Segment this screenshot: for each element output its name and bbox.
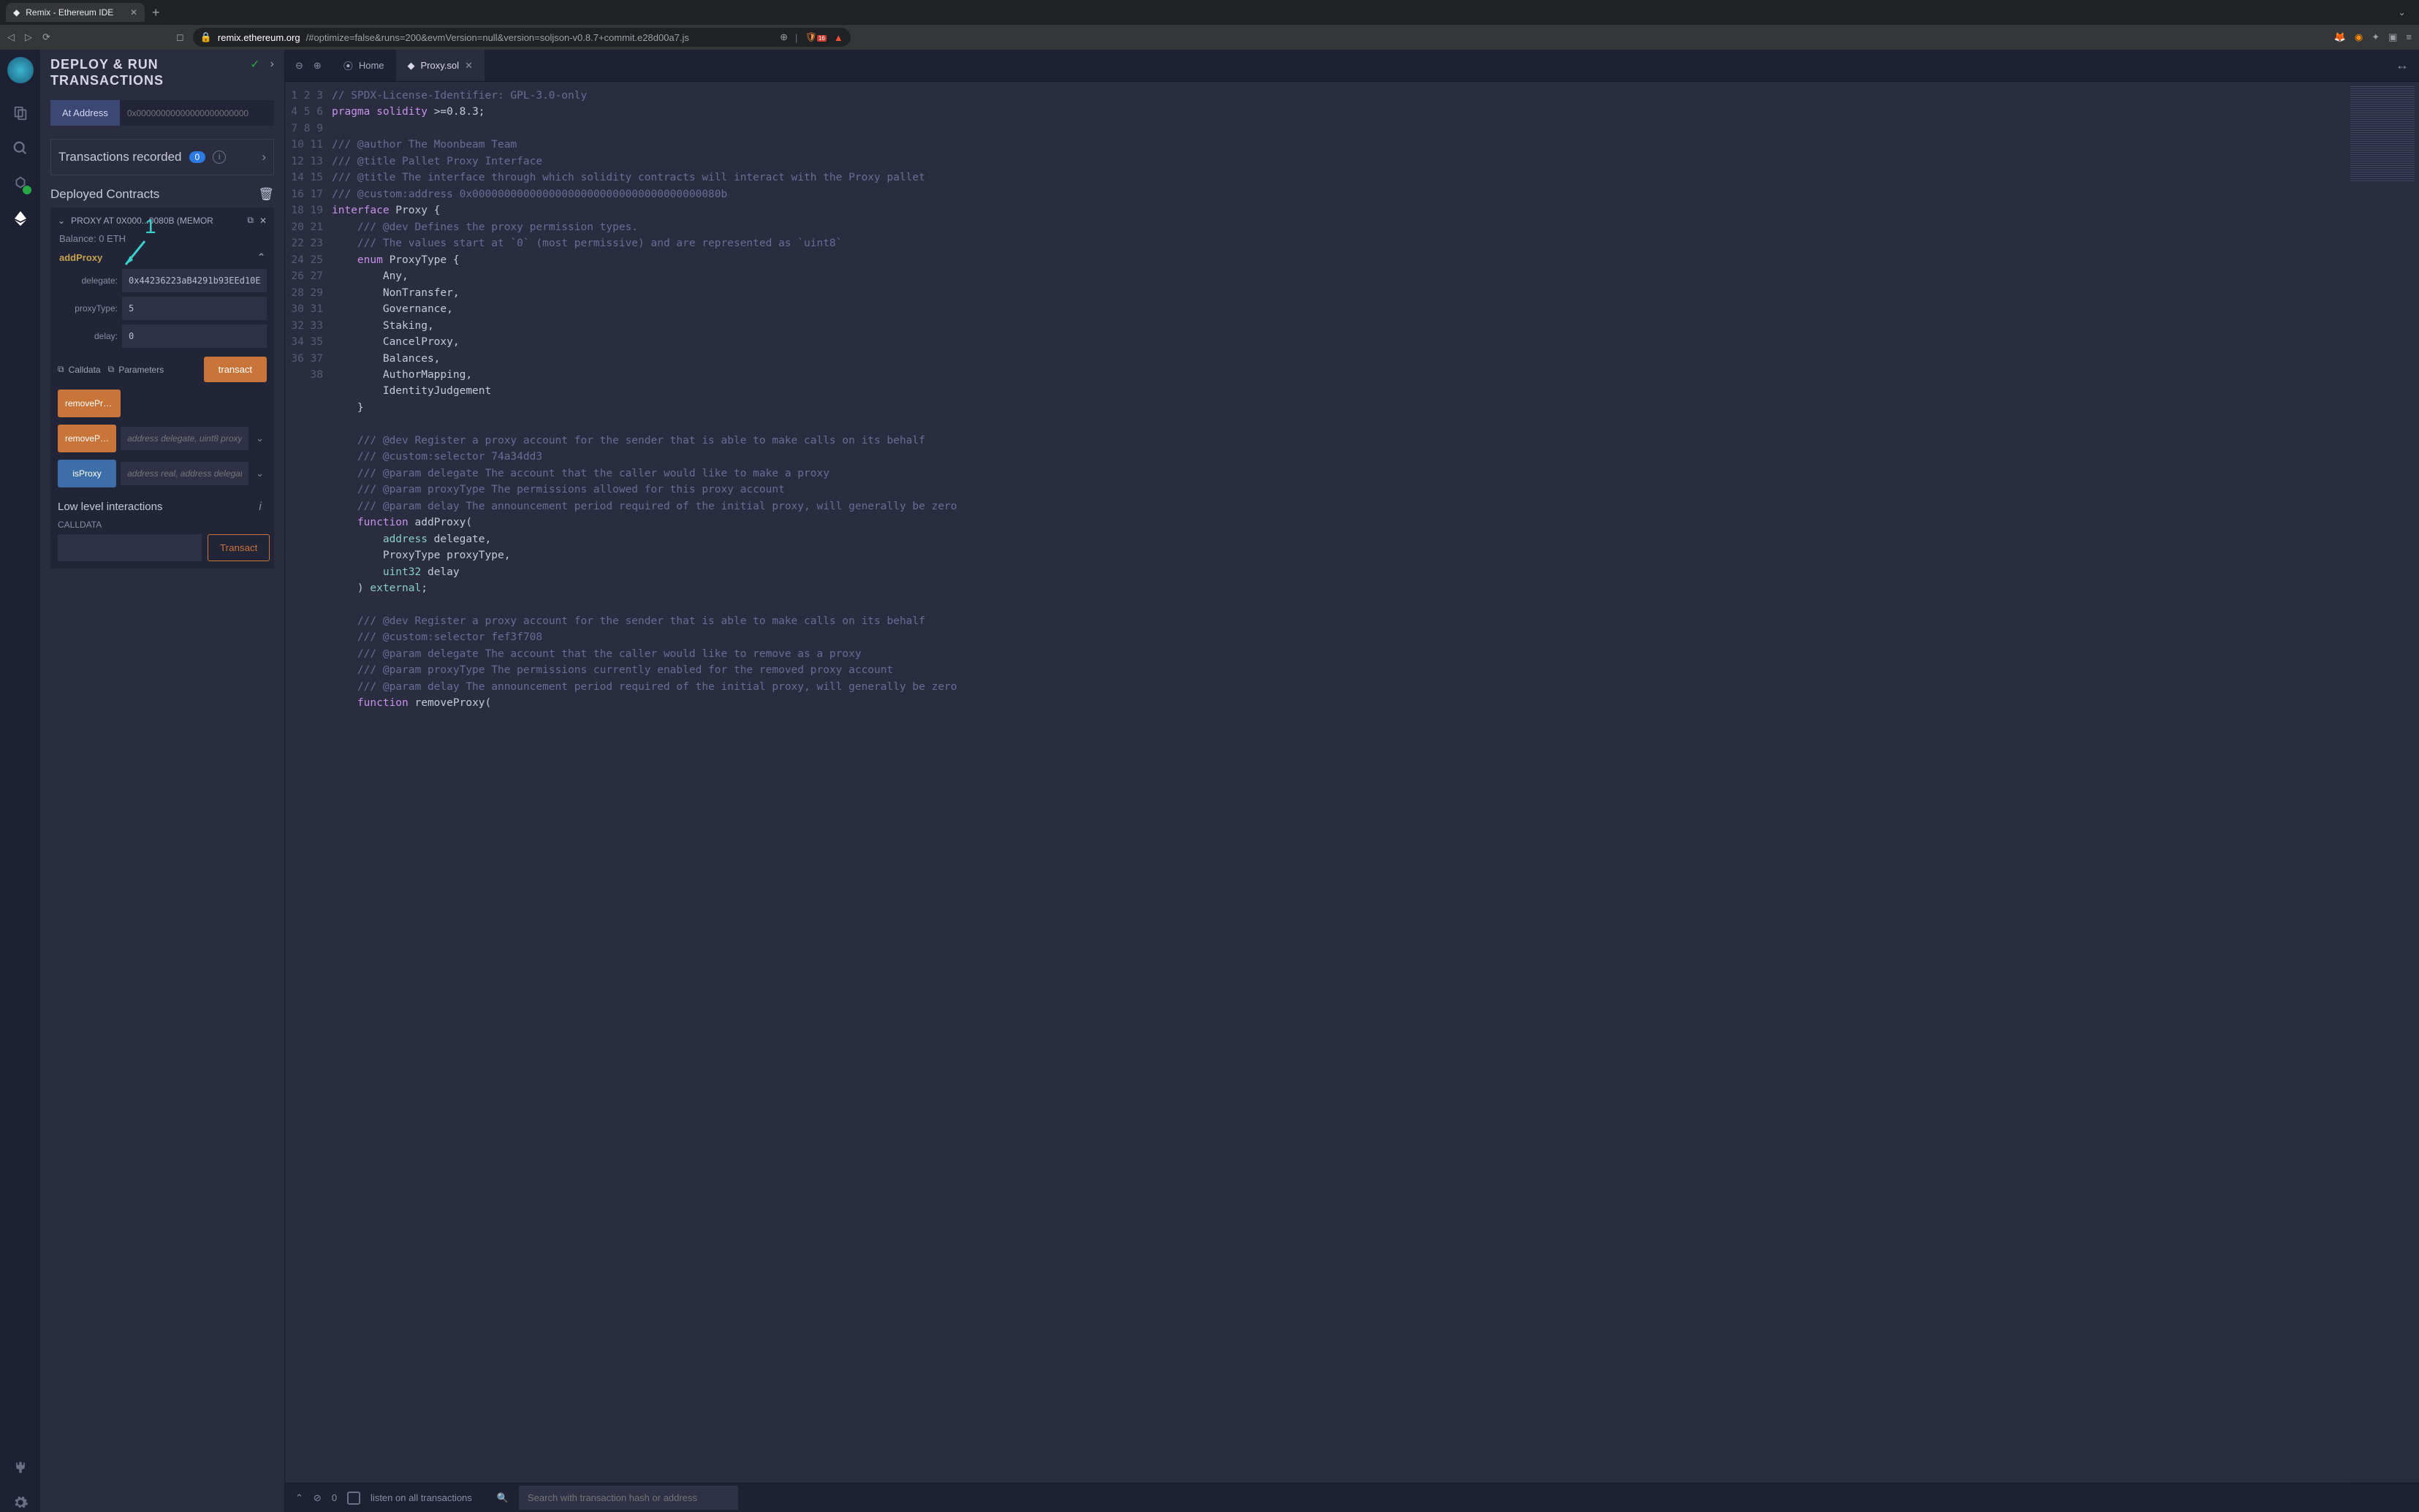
- brave-icon[interactable]: ▲: [834, 32, 843, 43]
- isproxy-input[interactable]: [121, 462, 248, 485]
- transact-lowlevel-button[interactable]: Transact: [208, 534, 270, 561]
- clear-icon[interactable]: ⊘: [314, 1492, 322, 1504]
- file-explorer-icon[interactable]: [11, 104, 30, 123]
- listen-checkbox[interactable]: [347, 1492, 360, 1505]
- chevron-down-icon[interactable]: ⌄: [253, 433, 267, 444]
- lock-icon: 🔒: [200, 31, 212, 43]
- new-tab-button[interactable]: +: [145, 5, 167, 20]
- isproxy-button[interactable]: isProxy: [58, 460, 116, 487]
- polkadot-icon[interactable]: ◉: [2355, 31, 2363, 43]
- forward-icon[interactable]: ▷: [25, 31, 32, 43]
- editor-area: ⊖ ⊕ ⦿ Home ◆ Proxy.sol ✕ ↔ 1 2 3 4 5 6 7…: [285, 50, 2419, 1512]
- copy-icon: ⧉: [58, 364, 64, 375]
- pending-count: 0: [332, 1492, 337, 1503]
- solidity-icon: ◆: [408, 60, 415, 72]
- close-icon[interactable]: ✕: [465, 60, 473, 72]
- check-icon: ✓: [250, 57, 259, 72]
- zoom-icon[interactable]: ⊕: [780, 31, 788, 43]
- deploy-panel: 1 2 3 4 DEPLOY & RUNTRANSACTIONS ✓ › At …: [40, 50, 285, 1512]
- minimap[interactable]: [2346, 82, 2419, 1483]
- browser-toolbar: ◁ ▷ ⟳ ◻ 🔒 remix.ethereum.org /#optimize=f…: [0, 25, 2419, 50]
- balance-label: Balance: 0 ETH: [59, 233, 265, 244]
- zoom-in-icon[interactable]: ⊕: [314, 60, 322, 72]
- icon-sidebar: [0, 50, 40, 1512]
- bookmark-icon[interactable]: ◻: [176, 31, 184, 43]
- removeproxy-input[interactable]: [121, 427, 248, 450]
- at-address-button[interactable]: At Address: [50, 100, 120, 126]
- search-icon[interactable]: 🔍: [497, 1492, 509, 1504]
- zoom-out-icon[interactable]: ⊖: [295, 60, 303, 72]
- copy-icon: ⧉: [108, 364, 115, 375]
- close-icon[interactable]: ✕: [130, 7, 137, 18]
- tab-home[interactable]: ⦿ Home: [332, 50, 396, 81]
- close-icon[interactable]: ✕: [259, 216, 267, 226]
- deploy-icon[interactable]: [11, 209, 30, 228]
- tx-count: 0: [189, 151, 206, 163]
- trash-icon[interactable]: 🗑: [258, 187, 274, 202]
- copy-icon[interactable]: ⧉: [247, 215, 254, 226]
- delay-input[interactable]: [122, 324, 267, 348]
- terminal-search-input[interactable]: [519, 1486, 738, 1510]
- delegate-label: delegate:: [58, 276, 118, 286]
- low-level-label: Low level interactions: [58, 501, 162, 514]
- listen-label: listen on all transactions: [371, 1492, 472, 1503]
- delegate-input[interactable]: [122, 269, 267, 292]
- tab-favicon: ◆: [13, 7, 20, 18]
- browser-tabs: ◆ Remix - Ethereum IDE ✕ + ⌄: [0, 0, 2419, 25]
- address-input[interactable]: [120, 100, 274, 126]
- deployed-contracts-label: Deployed Contracts: [50, 187, 159, 202]
- browser-tab[interactable]: ◆ Remix - Ethereum IDE ✕: [6, 3, 145, 22]
- url-host: remix.ethereum.org: [218, 32, 300, 43]
- chevron-right-icon[interactable]: ›: [270, 58, 274, 71]
- line-gutter: 1 2 3 4 5 6 7 8 9 10 11 12 13 14 15 16 1…: [285, 82, 332, 1483]
- deployed-contract: ⌄ PROXY AT 0X000...0080B (MEMOR ⧉ ✕ Bala…: [50, 208, 274, 569]
- removeproxies-button[interactable]: removePro...: [58, 390, 121, 417]
- info-icon[interactable]: i: [213, 151, 226, 164]
- extensions-icon[interactable]: ✦: [2371, 31, 2380, 43]
- calldata-link[interactable]: ⧉Calldata: [58, 364, 101, 375]
- contract-name: PROXY AT 0X000...0080B (MEMOR: [71, 216, 241, 226]
- chevron-down-icon[interactable]: ⌄: [58, 216, 65, 226]
- calldata-label: CALLDATA: [58, 520, 267, 530]
- scroll-top-icon[interactable]: ⌃: [295, 1492, 303, 1504]
- metamask-icon[interactable]: 🦊: [2334, 31, 2346, 43]
- collapse-icon[interactable]: ⌃: [257, 251, 265, 263]
- proxytype-input[interactable]: [122, 297, 267, 320]
- expand-icon[interactable]: ↔: [2385, 58, 2419, 73]
- plugin-icon[interactable]: [11, 1458, 30, 1477]
- panel-title: DEPLOY & RUNTRANSACTIONS: [50, 57, 164, 88]
- reader-icon[interactable]: ▣: [2388, 31, 2397, 43]
- removeproxy-button[interactable]: removePro...: [58, 425, 116, 452]
- back-icon[interactable]: ◁: [7, 31, 15, 43]
- menu-icon[interactable]: ≡: [2406, 31, 2412, 43]
- delay-label: delay:: [58, 331, 118, 341]
- url-path: /#optimize=false&runs=200&evmVersion=nul…: [306, 32, 689, 43]
- transactions-recorded[interactable]: Transactions recorded 0 i ›: [50, 139, 274, 175]
- compiler-icon[interactable]: [11, 174, 30, 193]
- remix-logo[interactable]: [7, 57, 34, 83]
- settings-icon[interactable]: [11, 1493, 30, 1512]
- transact-button[interactable]: transact: [204, 357, 267, 382]
- proxytype-label: proxyType:: [58, 303, 118, 314]
- function-name: addProxy: [59, 252, 102, 263]
- shield-icon[interactable]: 🛡16: [805, 31, 826, 43]
- search-icon[interactable]: [11, 139, 30, 158]
- tab-title: Remix - Ethereum IDE: [26, 7, 113, 18]
- chevron-right-icon[interactable]: ›: [262, 150, 266, 164]
- tab-file[interactable]: ◆ Proxy.sol ✕: [396, 50, 485, 81]
- tabs-overflow-icon[interactable]: ⌄: [2390, 7, 2413, 18]
- info-icon[interactable]: i: [254, 501, 267, 514]
- home-icon: ⦿: [343, 58, 353, 72]
- reload-icon[interactable]: ⟳: [42, 31, 50, 43]
- tx-recorded-label: Transactions recorded: [58, 150, 182, 164]
- parameters-link[interactable]: ⧉Parameters: [108, 364, 164, 375]
- chevron-down-icon[interactable]: ⌄: [253, 468, 267, 479]
- url-bar[interactable]: 🔒 remix.ethereum.org /#optimize=false&run…: [193, 28, 851, 47]
- calldata-input[interactable]: [58, 534, 202, 561]
- terminal-bar: ⌃ ⊘ 0 listen on all transactions 🔍: [285, 1483, 2419, 1512]
- code-editor[interactable]: // SPDX-License-Identifier: GPL-3.0-only…: [332, 82, 2346, 1483]
